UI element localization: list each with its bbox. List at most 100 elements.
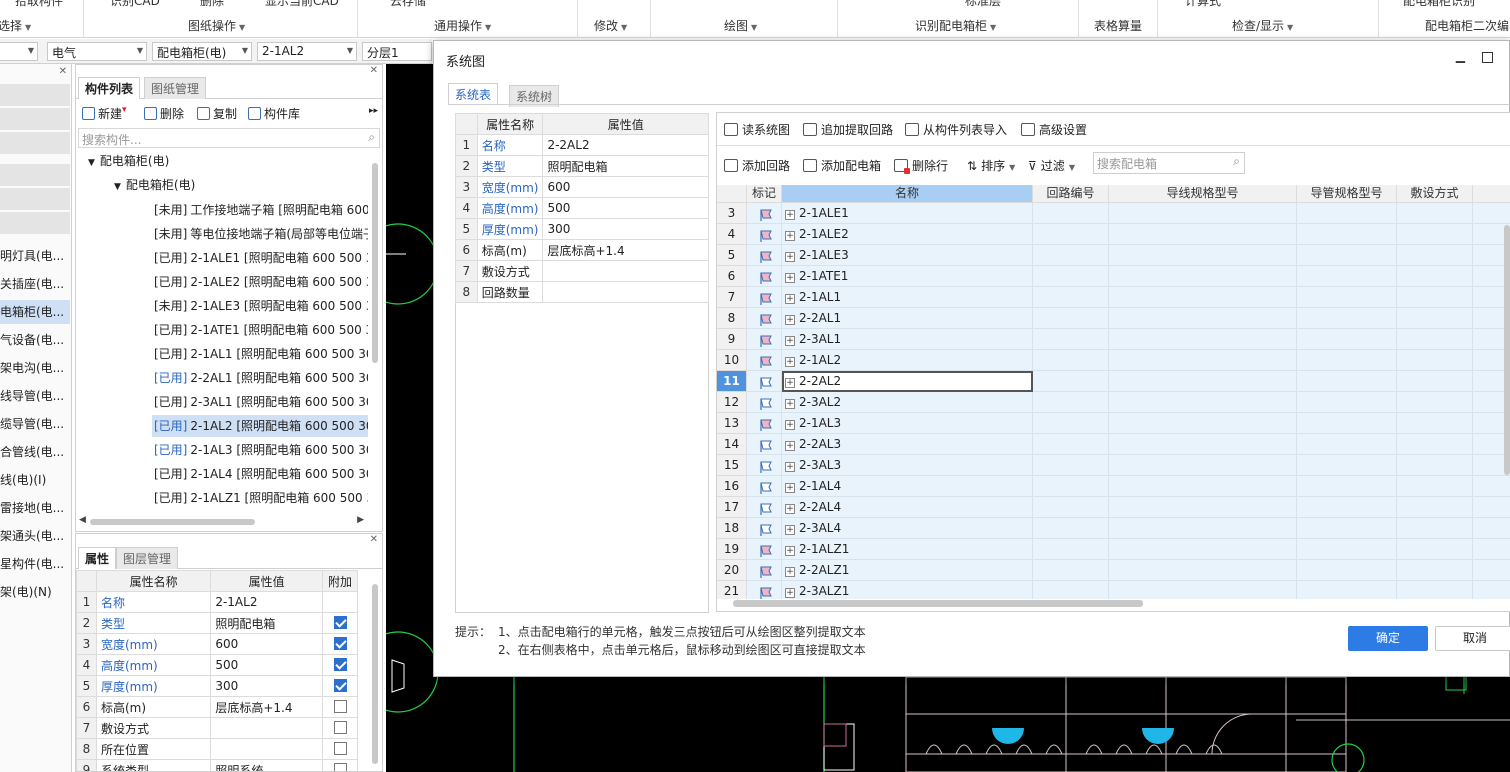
read-diagram-button[interactable]: 读系统图 [724, 121, 790, 138]
type-group-block[interactable] [0, 132, 70, 154]
advanced-settings-button[interactable]: 高级设置 [1021, 121, 1087, 138]
scroll-right-icon[interactable]: ▶ [357, 515, 364, 525]
grid-row[interactable]: 15 +2-3AL3 [717, 455, 1510, 476]
delete-button[interactable]: 删除 [144, 105, 184, 122]
grid-cell[interactable] [1109, 245, 1297, 266]
grid-cell[interactable] [1473, 497, 1510, 518]
ribbon-command[interactable]: 删除 [200, 0, 224, 9]
grid-cell[interactable] [1033, 518, 1109, 539]
collapse-icon[interactable]: ▼ [114, 182, 121, 192]
grid-cell[interactable] [747, 476, 782, 497]
grid-cell[interactable] [1297, 455, 1397, 476]
expand-icon[interactable]: + [785, 294, 795, 304]
grid-cell[interactable] [1033, 203, 1109, 224]
property-value[interactable]: 层底标高+1.4 [210, 696, 323, 718]
ribbon-command[interactable]: 云存储 [390, 0, 426, 9]
grid-cell[interactable] [1397, 560, 1473, 581]
property-value[interactable]: 300 [210, 675, 323, 697]
grid-cell[interactable] [1473, 560, 1510, 581]
grid-row[interactable]: 21 +2-3ALZ1 [717, 581, 1510, 599]
component-type-item[interactable]: 连线(电)(I) [0, 468, 70, 492]
grid-row[interactable]: 13 +2-1AL3 [717, 413, 1510, 434]
filter-combo[interactable]: 2-1AL2 ▼ [257, 42, 357, 61]
property-value[interactable] [542, 281, 709, 303]
property-row[interactable]: 5 厚度(mm) 300 [76, 675, 358, 697]
grid-cell[interactable] [1297, 371, 1397, 392]
ribbon-command[interactable]: 拾取构件 [15, 0, 63, 9]
attach-checkbox[interactable] [333, 721, 347, 734]
delete-row-button[interactable]: 删除行 [894, 157, 948, 174]
grid-cell[interactable] [1297, 560, 1397, 581]
grid-row[interactable]: 20 +2-2ALZ1 [717, 560, 1510, 581]
grid-cell[interactable] [1397, 350, 1473, 371]
ribbon-group[interactable]: 修改 ▼ [594, 17, 627, 34]
row-number[interactable]: 12 [717, 392, 747, 413]
grid-cell[interactable]: +2-3AL2 [782, 392, 1033, 413]
filter-combo[interactable]: 分层1 [362, 42, 432, 61]
collapse-icon[interactable]: ▼ [88, 158, 95, 168]
component-tree-item[interactable]: [未用]工作接地端子箱 [照明配电箱 600 500 300 [152, 199, 368, 221]
row-number[interactable]: 14 [717, 434, 747, 455]
grid-cell[interactable] [1397, 329, 1473, 350]
component-type-item[interactable]: 开关插座(电... [0, 272, 70, 296]
grid-cell[interactable] [1473, 476, 1510, 497]
property-row[interactable]: 1 名称 2-1AL2 [76, 591, 358, 613]
grid-cell[interactable] [1397, 476, 1473, 497]
grid-cell[interactable] [1397, 518, 1473, 539]
grid-cell[interactable]: +2-1ALE3 [782, 245, 1033, 266]
grid-cell[interactable] [1297, 308, 1397, 329]
grid-cell[interactable] [747, 224, 782, 245]
ribbon-group[interactable]: 图纸操作 ▼ [188, 17, 245, 34]
grid-cell[interactable] [1109, 434, 1297, 455]
grid-cell[interactable] [1397, 497, 1473, 518]
col-laying-method[interactable]: 敷设方式 [1397, 185, 1473, 203]
expand-icon[interactable]: + [785, 546, 795, 556]
grid-cell[interactable]: +2-3AL4 [782, 518, 1033, 539]
expand-icon[interactable]: + [785, 315, 795, 325]
expand-icon[interactable]: + [785, 210, 795, 220]
grid-cell[interactable] [1033, 224, 1109, 245]
grid-cell[interactable] [747, 497, 782, 518]
grid-cell[interactable] [1033, 539, 1109, 560]
grid-row[interactable]: 19 +2-1ALZ1 [717, 539, 1510, 560]
attach-checkbox[interactable] [333, 742, 347, 755]
expand-icon[interactable]: + [785, 231, 795, 241]
row-number[interactable]: 7 [717, 287, 747, 308]
col-conduit-spec[interactable]: 导管规格型号 [1297, 185, 1397, 203]
grid-cell[interactable] [1397, 392, 1473, 413]
component-tree-item[interactable]: [已用] 2-3AL1 [照明配电箱 600 500 300 [152, 391, 368, 413]
box-search-input[interactable]: 搜索配电箱 ⌕ [1093, 152, 1245, 174]
grid-row[interactable]: 5 +2-1ALE3 [717, 245, 1510, 266]
property-value[interactable] [210, 717, 323, 739]
type-group-block[interactable] [0, 212, 70, 234]
component-type-item[interactable]: 照明灯具(电... [0, 244, 70, 268]
component-type-item[interactable]: 电线导管(电... [0, 384, 70, 408]
grid-row[interactable]: 6 +2-1ATE1 [717, 266, 1510, 287]
box-property-row[interactable]: 6 标高(m) 层底标高+1.4 [455, 239, 709, 261]
grid-cell[interactable] [1397, 287, 1473, 308]
grid-cell[interactable] [747, 329, 782, 350]
grid-cell[interactable] [1473, 581, 1510, 599]
grid-row[interactable]: 14 +2-2AL3 [717, 434, 1510, 455]
property-row[interactable]: 8 所在位置 [76, 738, 358, 760]
row-number[interactable]: 11 [717, 371, 747, 392]
type-group-block[interactable] [0, 164, 70, 186]
property-value[interactable]: 500 [210, 654, 323, 676]
component-tree-item[interactable]: [已用]2-1ALE1 [照明配电箱 600 500 300 [152, 247, 368, 269]
new-button[interactable]: 新建▾ [82, 105, 127, 122]
tab-system-table[interactable]: 系统表 [448, 83, 499, 105]
expand-icon[interactable]: + [785, 525, 795, 535]
property-value[interactable]: 600 [210, 633, 323, 655]
grid-cell[interactable] [1109, 413, 1297, 434]
box-property-row[interactable]: 8 回路数量 [455, 281, 709, 303]
component-tree-item[interactable]: [已用] 2-2AL1 [照明配电箱 600 500 300 [152, 367, 368, 389]
grid-cell[interactable] [747, 434, 782, 455]
tab-properties[interactable]: 属性 [78, 547, 117, 569]
grid-cell[interactable] [747, 392, 782, 413]
component-type-item[interactable]: 支架(电)(N) [0, 580, 70, 604]
grid-cell[interactable] [1297, 224, 1397, 245]
property-value[interactable]: 600 [542, 176, 709, 198]
ribbon-command[interactable]: 显示当前CAD [265, 0, 339, 9]
horizontal-scrollbar[interactable] [90, 519, 255, 525]
expand-icon[interactable]: + [785, 588, 795, 598]
